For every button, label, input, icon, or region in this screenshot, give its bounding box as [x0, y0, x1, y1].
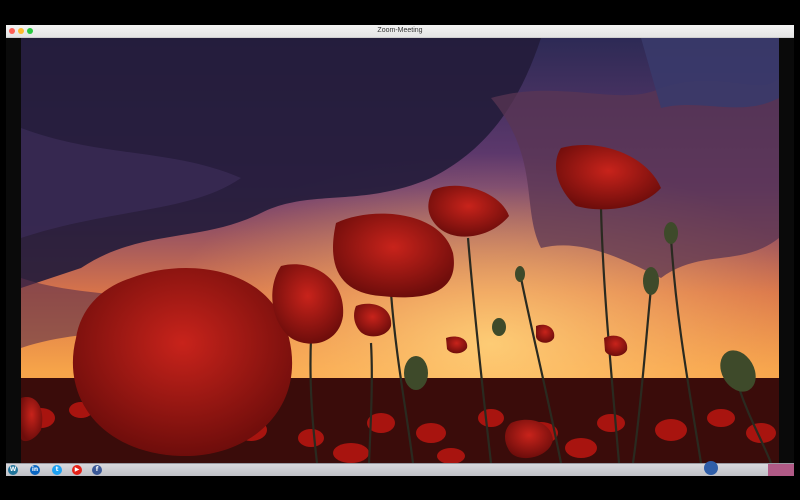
linkedin-icon[interactable]: in	[30, 465, 40, 475]
wordpress-icon[interactable]: W	[8, 465, 18, 475]
facebook-icon[interactable]: f	[92, 465, 102, 475]
meeting-video-area[interactable]	[21, 38, 779, 463]
taskbar-accent	[768, 464, 794, 476]
poppy-field-image	[21, 38, 779, 463]
zoom-window: Zoom-Meeting W in t ▶ f	[6, 25, 794, 476]
youtube-icon[interactable]: ▶	[72, 465, 82, 475]
twitter-icon[interactable]: t	[52, 465, 62, 475]
taskbar: W in t ▶ f	[6, 461, 794, 476]
window-title: Zoom-Meeting	[377, 27, 423, 34]
app-launcher-icon[interactable]	[704, 461, 718, 475]
title-bar[interactable]: Zoom-Meeting	[6, 25, 794, 38]
